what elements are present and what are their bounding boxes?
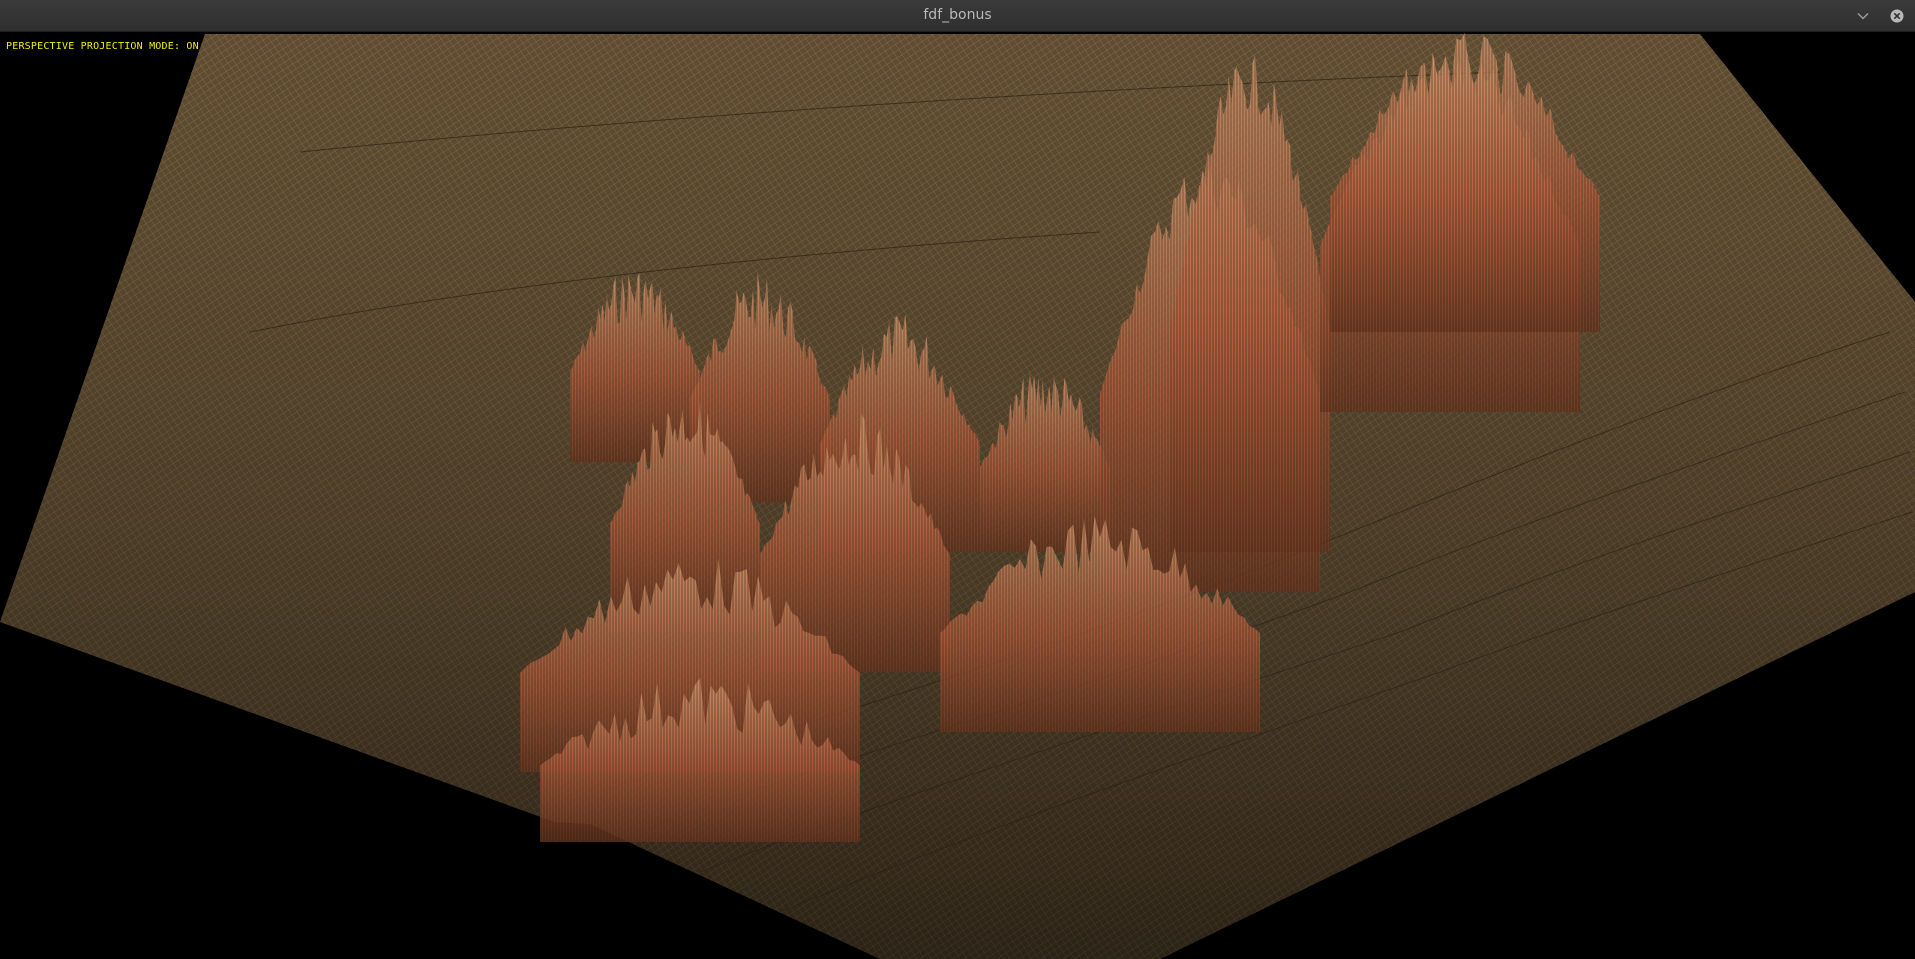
app-window: fdf_bonus PERSPECTIVE PROJECTION MODE: O…: [0, 0, 1915, 959]
close-icon[interactable]: [1886, 5, 1908, 27]
chevron-down-icon[interactable]: [1852, 5, 1874, 27]
window-title: fdf_bonus: [923, 7, 992, 23]
projection-mode-label: PERSPECTIVE PROJECTION MODE: ON: [6, 41, 199, 52]
wireframe-map: [0, 32, 1915, 959]
title-bar[interactable]: fdf_bonus: [0, 0, 1915, 32]
render-canvas[interactable]: PERSPECTIVE PROJECTION MODE: ON: [0, 32, 1915, 959]
